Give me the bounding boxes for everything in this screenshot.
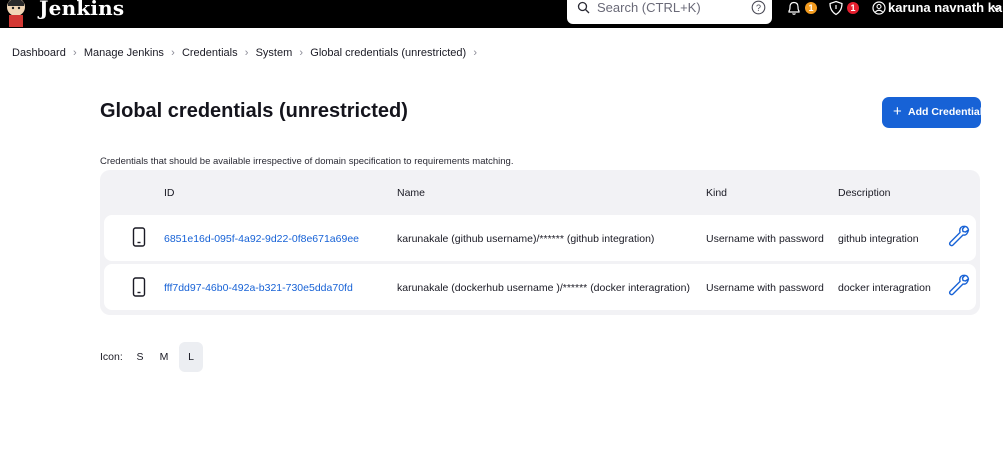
breadcrumb-manage-jenkins[interactable]: Manage Jenkins xyxy=(84,47,164,59)
user-name: karuna navnath kale xyxy=(888,0,1003,15)
wrench-icon[interactable] xyxy=(947,273,971,297)
column-header-name[interactable]: Name xyxy=(397,187,425,199)
icon-size-label: Icon: xyxy=(100,351,123,363)
credential-kind: Username with password xyxy=(706,233,824,245)
svg-text:?: ? xyxy=(756,3,761,13)
bell-icon[interactable] xyxy=(786,0,802,16)
column-header-description[interactable]: Description xyxy=(838,187,891,199)
breadcrumb-global-credentials[interactable]: Global credentials (unrestricted) xyxy=(310,47,466,59)
breadcrumb-separator-icon: › xyxy=(171,47,175,59)
credential-id-link[interactable]: fff7dd97-46b0-492a-b321-730e5dda70fd xyxy=(164,282,353,294)
credential-description: github integration xyxy=(838,233,919,245)
add-credentials-label: Add Credentials xyxy=(908,106,989,118)
jenkins-logo-icon[interactable] xyxy=(0,0,30,27)
help-icon[interactable]: ? xyxy=(751,0,766,15)
plus-icon: + xyxy=(893,103,902,120)
credential-description: docker interagration xyxy=(838,282,931,294)
breadcrumb-separator-icon: › xyxy=(244,47,249,59)
top-header: Jenkins Search (CTRL+K) ? 1 1 karuna nav… xyxy=(0,0,1003,28)
credential-id-link[interactable]: 6851e16d-095f-4a92-9d22-0f8e671a69ee xyxy=(164,233,359,245)
wrench-icon[interactable] xyxy=(947,224,971,248)
search-icon xyxy=(577,1,590,14)
icon-size-s[interactable]: S xyxy=(128,342,152,372)
page-description: Credentials that should be available irr… xyxy=(100,156,514,167)
breadcrumb: Dashboard › Manage Jenkins › Credentials… xyxy=(12,44,484,62)
user-avatar-icon xyxy=(872,1,886,15)
column-header-id[interactable]: ID xyxy=(164,187,175,199)
search-input[interactable]: Search (CTRL+K) ? xyxy=(567,0,772,24)
page-title: Global credentials (unrestricted) xyxy=(100,100,408,122)
credential-name: karunakale (github username)/****** (git… xyxy=(397,233,655,245)
breadcrumb-separator-icon: › xyxy=(72,47,77,59)
breadcrumb-dashboard[interactable]: Dashboard xyxy=(12,47,66,59)
mobile-credential-icon xyxy=(132,277,146,297)
credential-kind: Username with password xyxy=(706,282,824,294)
mobile-credential-icon xyxy=(132,227,146,247)
breadcrumb-separator-icon[interactable]: › xyxy=(466,47,484,59)
icon-size-l[interactable]: L xyxy=(179,342,203,372)
credential-name: karunakale (dockerhub username )/****** … xyxy=(397,282,690,294)
column-header-kind[interactable]: Kind xyxy=(706,187,727,199)
icon-size-m[interactable]: M xyxy=(152,342,176,372)
breadcrumb-system[interactable]: System xyxy=(256,47,293,59)
chevron-down-icon[interactable] xyxy=(992,4,1002,12)
add-credentials-button[interactable]: + Add Credentials xyxy=(882,97,989,128)
jenkins-brand[interactable]: Jenkins xyxy=(39,0,124,20)
search-placeholder: Search (CTRL+K) xyxy=(597,0,701,15)
notifications-badge: 1 xyxy=(805,2,817,14)
security-badge: 1 xyxy=(847,2,859,14)
shield-icon[interactable] xyxy=(828,0,844,16)
breadcrumb-credentials[interactable]: Credentials xyxy=(182,47,238,59)
breadcrumb-separator-icon: › xyxy=(299,47,304,59)
